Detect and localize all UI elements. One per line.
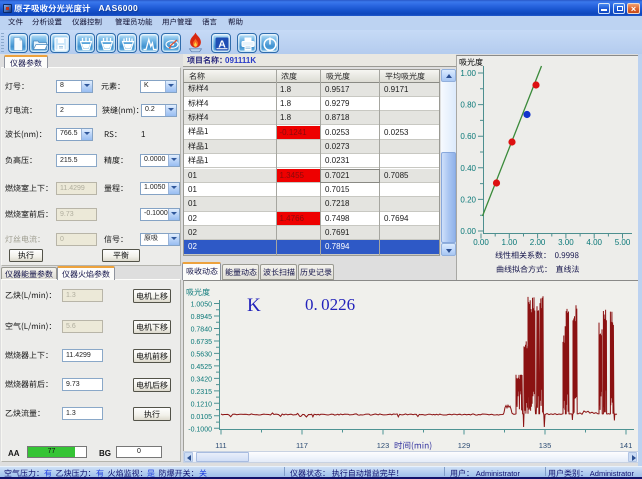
svg-text:111: 111 <box>215 441 226 450</box>
svg-text:2.00: 2.00 <box>530 238 546 247</box>
svg-text:0.60: 0.60 <box>460 132 476 141</box>
svg-text:-0.1000: -0.1000 <box>188 426 212 433</box>
svg-text:123: 123 <box>377 441 390 450</box>
svg-text:1.0050: 1.0050 <box>191 302 213 309</box>
svg-text:1.00: 1.00 <box>502 238 518 247</box>
svg-text:0.0105: 0.0105 <box>191 414 213 421</box>
svg-text:0. 0226: 0. 0226 <box>305 295 355 314</box>
svg-text:1.00: 1.00 <box>460 69 476 78</box>
svg-text:0.8945: 0.8945 <box>191 314 213 321</box>
svg-text:0.7840: 0.7840 <box>191 327 213 334</box>
svg-text:129: 129 <box>458 441 471 450</box>
svg-text:0.00: 0.00 <box>460 227 476 236</box>
svg-text:0.1210: 0.1210 <box>191 401 213 408</box>
svg-text:141: 141 <box>620 441 633 450</box>
svg-text:3.00: 3.00 <box>558 238 574 247</box>
svg-text:5.00: 5.00 <box>615 238 631 247</box>
svg-text:4.00: 4.00 <box>586 238 602 247</box>
svg-text:0.00: 0.00 <box>473 238 489 247</box>
svg-text:0.40: 0.40 <box>460 164 476 173</box>
svg-text:117: 117 <box>296 441 308 450</box>
svg-text:0.6735: 0.6735 <box>191 339 213 346</box>
svg-text:0.20: 0.20 <box>460 195 476 204</box>
svg-text:0.80: 0.80 <box>460 101 476 110</box>
svg-text:0.5630: 0.5630 <box>191 351 213 358</box>
svg-text:0.2315: 0.2315 <box>191 389 213 396</box>
svg-text:0.3420: 0.3420 <box>191 376 213 383</box>
svg-text:135: 135 <box>539 441 552 450</box>
svg-text:0.4525: 0.4525 <box>191 364 213 371</box>
svg-text:K: K <box>247 295 261 316</box>
